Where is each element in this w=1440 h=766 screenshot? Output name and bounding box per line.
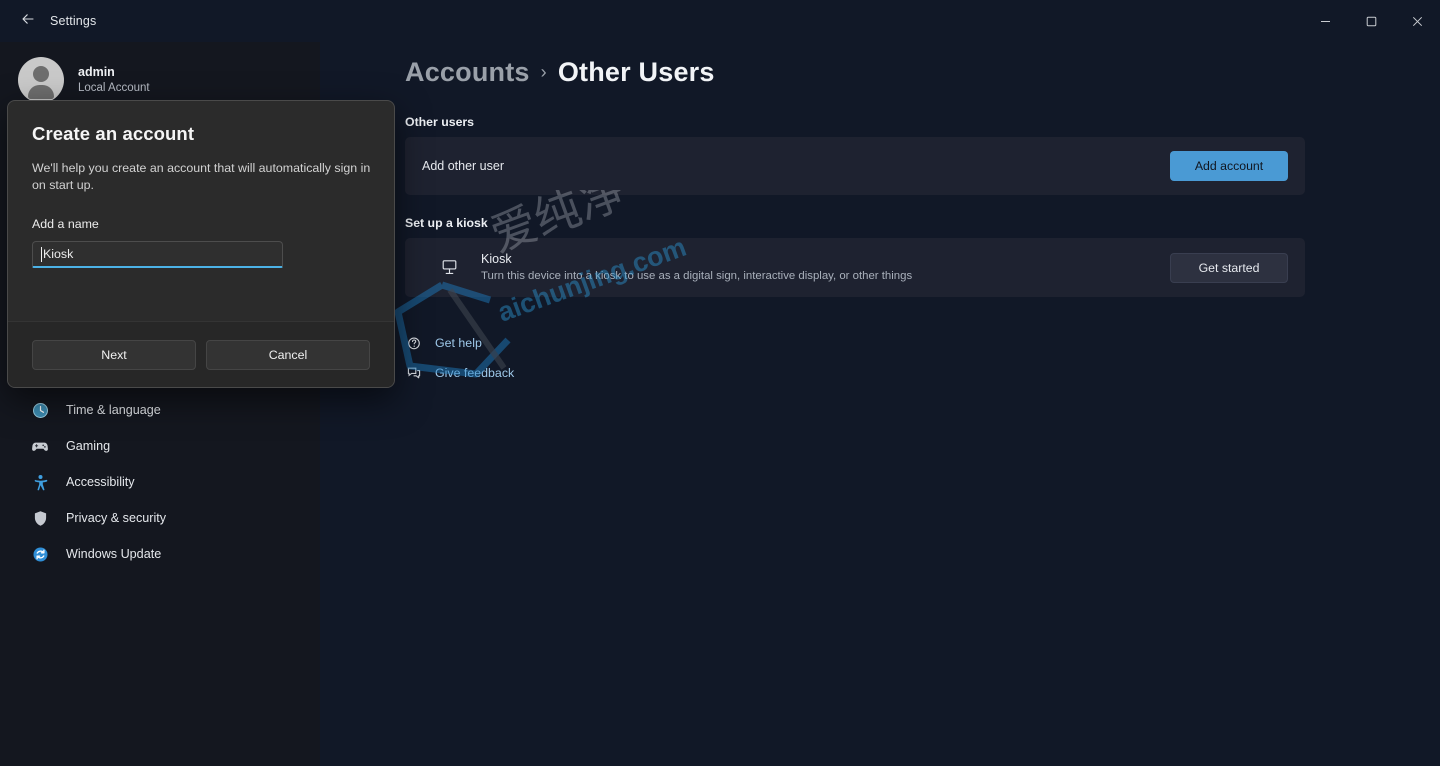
section-label-set-up-kiosk: Set up a kiosk	[405, 216, 488, 230]
gamepad-icon	[30, 436, 50, 456]
chevron-right-icon: ›	[540, 61, 547, 82]
sidebar-item-label: Privacy & security	[66, 511, 167, 525]
sidebar-item-time-language[interactable]: Time & language	[8, 392, 310, 428]
get-started-button[interactable]: Get started	[1170, 252, 1288, 283]
settings-window: Settings admin Local Account Time & lang…	[0, 0, 1440, 766]
window-controls	[1302, 0, 1440, 42]
add-a-name-label: Add a name	[32, 217, 99, 232]
monitor-kiosk-icon	[434, 253, 464, 283]
arrow-left-icon	[20, 11, 36, 32]
minimize-button[interactable]	[1302, 0, 1348, 42]
footer-links: Get help Give feedback	[405, 328, 1440, 388]
sidebar-account-block[interactable]: admin Local Account	[0, 42, 320, 108]
minimize-icon	[1320, 16, 1331, 27]
sidebar-item-gaming[interactable]: Gaming	[8, 428, 310, 464]
name-input-wrapper[interactable]	[32, 241, 283, 269]
kiosk-title: Kiosk	[481, 252, 512, 267]
cancel-button[interactable]: Cancel	[206, 339, 370, 370]
add-account-button[interactable]: Add account	[1170, 151, 1288, 181]
window-title: Settings	[50, 14, 97, 28]
account-subtitle: Local Account	[78, 81, 150, 94]
kiosk-text-block: Kiosk Turn this device into a kiosk to u…	[481, 250, 912, 285]
account-name: admin	[78, 64, 115, 79]
avatar	[18, 57, 64, 103]
clock-globe-icon	[30, 400, 50, 420]
name-input[interactable]	[43, 247, 268, 262]
dialog-footer: Next Cancel	[8, 321, 394, 387]
sidebar-item-label: Time & language	[66, 403, 161, 417]
section-label-other-users: Other users	[405, 115, 475, 129]
close-icon	[1412, 16, 1423, 27]
add-other-user-label: Add other user	[422, 159, 504, 173]
accessibility-person-icon	[30, 472, 50, 492]
sidebar-item-windows-update[interactable]: Windows Update	[8, 536, 310, 572]
shield-icon	[30, 508, 50, 528]
give-feedback-link[interactable]: Give feedback	[405, 358, 1440, 388]
back-button[interactable]	[8, 5, 48, 37]
dialog-description: We'll help you create an account that wi…	[32, 161, 371, 193]
breadcrumb: Accounts › Other Users	[405, 50, 1440, 94]
avatar-body	[28, 85, 54, 99]
main-content: Accounts › Other Users Other users Add o…	[320, 42, 1440, 766]
help-question-icon	[405, 335, 422, 352]
footer-link-label: Get help	[435, 336, 482, 350]
sidebar-item-label: Gaming	[66, 439, 111, 453]
dialog-title: Create an account	[32, 123, 195, 144]
footer-link-label: Give feedback	[435, 366, 515, 380]
account-text: admin Local Account	[78, 64, 150, 96]
feedback-icon	[405, 365, 422, 382]
page-title: Other Users	[557, 56, 715, 87]
get-help-link[interactable]: Get help	[405, 328, 1440, 358]
avatar-head	[33, 66, 49, 82]
sidebar-item-accessibility[interactable]: Accessibility	[8, 464, 310, 500]
sidebar-item-label: Windows Update	[66, 547, 162, 561]
close-button[interactable]	[1394, 0, 1440, 42]
sidebar-item-privacy-security[interactable]: Privacy & security	[8, 500, 310, 536]
next-button[interactable]: Next	[32, 339, 196, 370]
refresh-circle-icon	[30, 544, 50, 564]
maximize-icon	[1366, 16, 1377, 27]
dialog-body: Create an account We'll help you create …	[8, 101, 394, 321]
create-account-dialog: Create an account We'll help you create …	[7, 100, 395, 388]
kiosk-description: Turn this device into a kiosk to use as …	[481, 270, 913, 283]
title-bar: Settings	[0, 0, 1440, 42]
sidebar-item-label: Accessibility	[66, 475, 135, 489]
maximize-button[interactable]	[1348, 0, 1394, 42]
text-caret	[41, 246, 42, 262]
kiosk-card: Kiosk Turn this device into a kiosk to u…	[405, 238, 1305, 297]
breadcrumb-parent[interactable]: Accounts	[405, 57, 530, 88]
add-other-user-card: Add other user Add account	[405, 137, 1305, 195]
